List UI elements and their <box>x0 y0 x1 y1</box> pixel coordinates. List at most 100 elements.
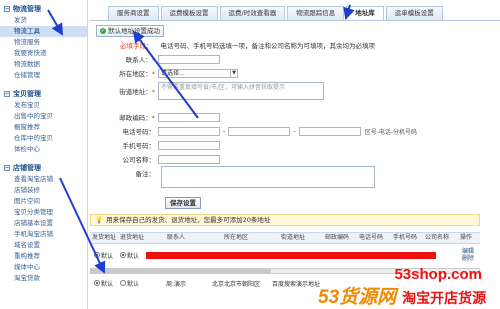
remark-textarea[interactable] <box>161 166 375 188</box>
set-default-status: ✓ 默认地址设置成功 <box>96 25 164 37</box>
return-default-cell: 默认 <box>118 251 146 260</box>
region-select[interactable]: 请选择... ▼ <box>158 68 238 78</box>
tab-provider[interactable]: 服务商设置 <box>108 6 159 20</box>
collapse-icon[interactable]: − <box>4 164 10 171</box>
column-header: 所在地区 <box>223 234 248 241</box>
tab-tracking[interactable]: 物流跟踪信息 <box>287 6 345 20</box>
tab-divider <box>90 20 500 21</box>
street-label: 街道地址：* <box>90 86 158 96</box>
street-input[interactable]: 不需要重复填写省/市/区，可输入拼音获取提示 <box>158 82 324 100</box>
column-header: 街道地址 <box>280 234 305 241</box>
collapse-icon[interactable]: − <box>4 5 10 12</box>
save-button[interactable]: 保存设置 <box>165 197 201 209</box>
zip-input[interactable] <box>158 112 220 122</box>
status-text: 默认地址设置成功 <box>108 27 160 35</box>
tab-freight-viewer[interactable]: 运费/时效查看器 <box>219 6 286 20</box>
phone-ext-input[interactable] <box>298 126 361 136</box>
phone-area-input[interactable] <box>158 126 220 136</box>
check-icon: ✓ <box>100 28 106 34</box>
ship-default-cell: 默认 <box>90 251 118 260</box>
sidebar-item-on-sale[interactable]: 出售中的宝贝 <box>0 111 87 122</box>
scrollbar-thumb[interactable] <box>91 269 271 273</box>
column-header: 手机号码 <box>392 234 417 241</box>
sidebar-group-header[interactable]: − 店铺管理 <box>0 161 87 174</box>
ship-default-radio[interactable] <box>94 280 100 286</box>
sidebar-item-loan[interactable]: 淘宝贷款 <box>0 273 87 284</box>
sidebar-group-header[interactable]: − 宝贝管理 <box>0 87 87 100</box>
tab-freight-template[interactable]: 运费模板设置 <box>160 6 218 20</box>
sidebar-item-logistics-service[interactable]: 物流服务 <box>0 37 87 48</box>
required-mark: * <box>151 88 155 96</box>
sidebar-group-title: 店铺管理 <box>13 163 41 172</box>
sidebar-item-showcase[interactable]: 橱窗推荐 <box>0 122 87 133</box>
required-mark: * <box>151 56 155 64</box>
tab-bar: 服务商设置 运费模板设置 运费/时效查看器 物流跟踪信息 地址库 运单模板设置 <box>108 6 445 20</box>
saved-address-tip: 💡 用来保存自己的发货、退货地址，您最多可添加20条地址 <box>90 214 480 226</box>
chevron-down-icon[interactable]: ▼ <box>230 69 237 77</box>
form-tip: 必填字段： 电话号码、手机号码选填一项，备注和公司名称为可填项，其余均为必填项 <box>120 40 375 50</box>
delete-link[interactable]: 删除 <box>462 255 474 262</box>
address-table-header: 发货地址 退货地址 联系人 所在地区 街道地址 邮政编码 电话号码 手机号码 公… <box>90 232 480 244</box>
phone-row: 电话号码： - - 区号-电话-分机号码 <box>90 126 417 136</box>
street-row: 街道地址：* 不需要重复填写省/市/区，可输入拼音获取提示 <box>90 82 324 100</box>
sidebar-item-image-space[interactable]: 图片空间 <box>0 196 87 207</box>
row-actions: 编辑 删除 <box>462 248 474 262</box>
phone-number-input[interactable] <box>228 126 291 136</box>
ship-default-label: 默认 <box>101 252 114 260</box>
sidebar-item-media[interactable]: 媒体中心 <box>0 262 87 273</box>
contact-input[interactable] <box>158 54 220 64</box>
ship-default-cell: 默认 <box>90 279 118 288</box>
required-mark: * <box>151 114 155 122</box>
collapse-icon[interactable]: − <box>4 90 10 97</box>
sidebar-group-items: − 宝贝管理 发布宝贝 出售中的宝贝 橱窗推荐 仓库中的宝贝 体检中心 <box>0 87 87 155</box>
sidebar-item-decorate[interactable]: 店铺装修 <box>0 185 87 196</box>
dash-separator: - <box>293 127 296 135</box>
ship-default-radio[interactable] <box>94 252 100 258</box>
sidebar: − 物流管理 发货 物流工具 物流服务 我要寄快递 物流数据 仓储管理 − 宝贝管理… <box>0 0 88 309</box>
sidebar-item-checkup[interactable]: 体检中心 <box>0 144 87 155</box>
company-row: 公司名称： <box>90 154 220 164</box>
sidebar-item-warehouse[interactable]: 仓储管理 <box>0 70 87 81</box>
zip-row: 邮政编码：* <box>90 112 220 122</box>
sidebar-item-mobile-shop[interactable]: 手机淘宝店铺 <box>0 229 87 240</box>
column-header: 联系人 <box>166 234 185 241</box>
sidebar-item-recommend[interactable]: 重构推荐 <box>0 251 87 262</box>
return-default-radio[interactable] <box>120 280 126 286</box>
sidebar-item-domain[interactable]: 域名设置 <box>0 240 87 251</box>
redacted-bar <box>146 252 436 259</box>
watermark-brand: 53货源网 淘宝开店货源 <box>318 282 486 309</box>
saved-tip-text: 用来保存自己的发货、退货地址，您最多可添加20条地址 <box>106 216 271 224</box>
watermark-brand-name: 53货源网 <box>318 287 397 308</box>
dash-separator: - <box>223 127 226 135</box>
sidebar-item-ship[interactable]: 发货 <box>0 15 87 26</box>
sidebar-item-express[interactable]: 我要寄快递 <box>0 48 87 59</box>
mobile-label: 手机号码： <box>122 142 156 150</box>
column-header: 公司名称 <box>424 234 449 241</box>
sidebar-item-logistics-data[interactable]: 物流数据 <box>0 59 87 70</box>
sidebar-item-view-shop[interactable]: 查看淘宝店铺 <box>0 174 87 185</box>
company-label: 公司名称： <box>122 156 156 164</box>
tab-waybill-template[interactable]: 运单模板设置 <box>385 6 443 20</box>
mobile-input[interactable] <box>158 140 220 150</box>
sidebar-group-header[interactable]: − 物流管理 <box>0 2 87 15</box>
sidebar-item-shop-settings[interactable]: 店铺基本设置 <box>0 218 87 229</box>
sidebar-item-logistics-tools[interactable]: 物流工具 <box>0 26 87 37</box>
contact-cell: 周:演示 <box>165 280 187 288</box>
street-label-text: 街道地址： <box>119 88 152 96</box>
column-header: 发货地址 <box>91 234 116 241</box>
required-note: 必填字段： <box>120 42 153 50</box>
edit-link[interactable]: 编辑 <box>462 248 474 255</box>
sidebar-item-publish[interactable]: 发布宝贝 <box>0 100 87 111</box>
watermark-slogan: 淘宝开店货源 <box>402 290 487 306</box>
contact-label: 联系人：* <box>90 54 158 64</box>
tab-address-book[interactable]: 地址库 <box>346 6 384 20</box>
sidebar-item-category[interactable]: 宝贝分类管理 <box>0 207 87 218</box>
watermark-url: 53shop.com <box>394 266 482 283</box>
return-default-radio[interactable] <box>120 252 126 258</box>
required-mark: * <box>151 70 155 78</box>
company-input[interactable] <box>158 154 220 164</box>
table-row: 默认 默认 编辑 删除 <box>90 248 480 262</box>
column-header: 操作 <box>459 234 472 241</box>
sidebar-item-in-stock[interactable]: 仓库中的宝贝 <box>0 133 87 144</box>
phone-label: 电话号码： <box>122 128 156 136</box>
